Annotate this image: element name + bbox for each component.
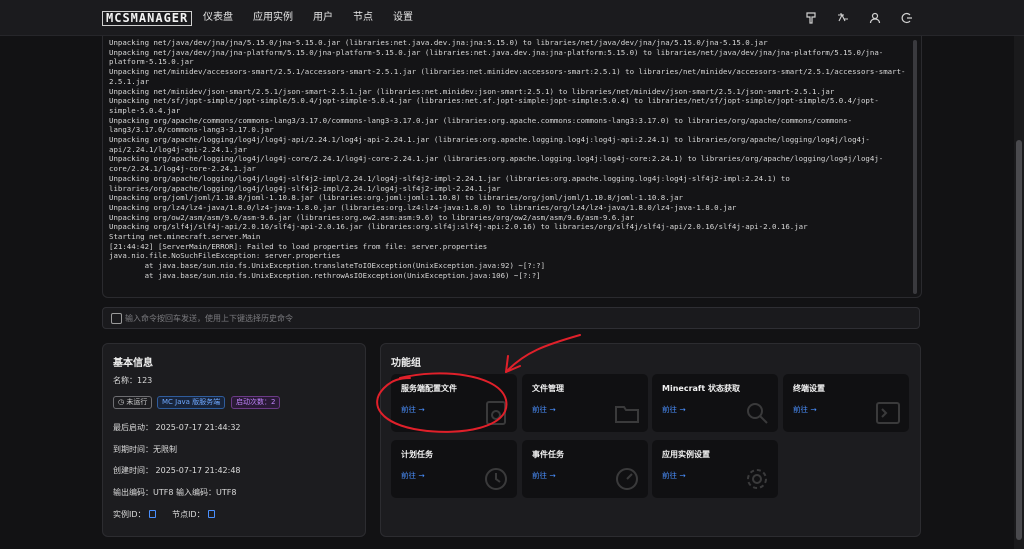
console-line: java.nio.file.NoSuchFileException: serve…	[109, 251, 341, 261]
clock-icon	[485, 468, 507, 490]
nav-item-instances[interactable]: 应用实例	[253, 11, 293, 25]
feature-group-panel: 功能组 服务端配置文件 前往 → 文件管理 前往 → Minecraft 状态获…	[380, 343, 921, 537]
config-file-icon	[486, 401, 506, 425]
basic-info-panel: 基本信息 名称：123 ◷ 未运行 MC Java 版服务端 启动次数：2 最后…	[102, 343, 366, 537]
console-line: Unpacking org/apache/logging/log4j/log4j…	[109, 154, 884, 174]
card-link[interactable]: 前往 →	[793, 404, 817, 415]
instance-name: 名称：123	[113, 376, 153, 385]
console-line: Unpacking net/minidev/accessors-smart/2.…	[109, 67, 906, 86]
created-time: 创建时间： 2025-07-17 21:42:48	[113, 466, 241, 475]
card-minecraft-status[interactable]: Minecraft 状态获取 前往 →	[652, 374, 778, 432]
command-input[interactable]	[125, 310, 905, 326]
nav-item-dashboard[interactable]: 仪表盘	[203, 11, 233, 25]
brush-icon[interactable]	[804, 10, 818, 24]
card-title: 事件任务	[532, 450, 564, 459]
settings-icon	[747, 469, 767, 489]
card-link[interactable]: 前往 →	[532, 470, 556, 481]
console-line: Unpacking net/sf/jopt-simple/jopt-simple…	[109, 96, 879, 115]
encoding-info: 输出编码：UTF8 输入编码：UTF8	[113, 488, 237, 497]
copy-icon[interactable]	[207, 510, 215, 518]
terminal-console[interactable]: Unpacking net/java/dev/jna/jna/5.15.0/jn…	[102, 36, 922, 298]
last-start-time: 最后启动： 2025-07-17 21:44:32	[113, 423, 241, 432]
card-scheduled-tasks[interactable]: 计划任务 前往 →	[391, 440, 517, 498]
app-logo[interactable]: MCSMANAGER	[102, 11, 193, 26]
card-file-manager[interactable]: 文件管理 前往 →	[522, 374, 648, 432]
console-line: Unpacking org/lz4/lz4-java/1.8.0/lz4-jav…	[109, 202, 737, 212]
console-line: Unpacking org/apache/logging/log4j/log4j…	[109, 135, 870, 154]
page-scrollbar-thumb[interactable]	[1016, 140, 1022, 540]
console-line: Starting net.minecraft.server.Main	[109, 232, 261, 242]
card-link[interactable]: 前往 →	[401, 470, 425, 481]
nav-item-settings[interactable]: 设置	[393, 11, 413, 25]
panel-title: 功能组	[391, 358, 421, 369]
instance-id-label: 实例ID：	[113, 510, 146, 519]
top-nav-bar: MCSMANAGER 仪表盘 应用实例 用户 节点 设置	[0, 0, 1024, 36]
card-link[interactable]: 前往 →	[532, 404, 556, 415]
card-link[interactable]: 前往 →	[662, 404, 686, 415]
card-title: 文件管理	[532, 384, 564, 393]
card-terminal-settings[interactable]: 终端设置 前往 →	[783, 374, 909, 432]
console-line: at java.base/sun.nio.fs.UnixException.tr…	[109, 261, 546, 271]
console-line: Unpacking org/apache/logging/log4j/log4j…	[109, 173, 795, 193]
instance-id-row: 实例ID： 节点ID：	[113, 509, 215, 520]
console-line: Unpacking org/joml/joml/1.10.8/joml-1.10…	[109, 193, 683, 203]
nav-item-users[interactable]: 用户	[313, 11, 333, 25]
console-line: Unpacking net/java/dev/jna/jna/5.15.0/jn…	[109, 38, 768, 47]
card-event-tasks[interactable]: 事件任务 前往 →	[522, 440, 648, 498]
console-line: Unpacking org/apache/commons/commons-lan…	[109, 115, 853, 135]
terminal-icon	[111, 313, 122, 324]
logout-icon[interactable]	[900, 10, 914, 24]
card-title: 终端设置	[793, 384, 825, 393]
panel-title: 基本信息	[113, 358, 153, 369]
card-title: 服务端配置文件	[401, 384, 457, 393]
status-badge: ◷ 未运行	[113, 396, 153, 409]
expire-time: 到期时间：无限制	[113, 445, 177, 454]
dashboard-gauge-icon	[616, 468, 638, 490]
card-title: 应用实例设置	[662, 450, 710, 459]
console-line: Unpacking net/minidev/json-smart/2.5.1/j…	[109, 86, 835, 96]
node-id-label: 节点ID：	[172, 510, 205, 519]
command-input-box	[102, 307, 920, 329]
console-output: Unpacking net/java/dev/jna/jna/5.15.0/jn…	[109, 38, 909, 281]
user-icon[interactable]	[868, 10, 882, 24]
card-link[interactable]: 前往 →	[662, 470, 686, 481]
card-title: 计划任务	[401, 450, 433, 459]
card-instance-settings[interactable]: 应用实例设置 前往 →	[652, 440, 778, 498]
header-actions	[804, 10, 914, 24]
console-line: at java.base/sun.nio.fs.UnixException.re…	[109, 270, 541, 280]
copy-icon[interactable]	[148, 510, 156, 518]
main-nav: 仪表盘 应用实例 用户 节点 设置	[203, 11, 433, 25]
type-badge: MC Java 版服务端	[157, 396, 226, 409]
status-search-icon	[747, 403, 768, 424]
console-line: Unpacking org/slf4j/slf4j-api/2.0.16/slf…	[109, 222, 808, 232]
card-server-config[interactable]: 服务端配置文件 前往 →	[391, 374, 517, 432]
folder-icon	[615, 406, 639, 423]
start-count-badge: 启动次数：2	[231, 396, 281, 409]
console-scrollbar[interactable]	[913, 40, 917, 294]
card-title: Minecraft 状态获取	[662, 384, 740, 393]
console-line: Unpacking org/ow2/asm/asm/9.6/asm-9.6.ja…	[109, 212, 635, 222]
console-line: Unpacking net/java/dev/jna/jna-platform/…	[109, 47, 884, 67]
card-link[interactable]: 前往 →	[401, 404, 425, 415]
terminal-icon	[876, 402, 900, 424]
translate-icon[interactable]	[836, 10, 850, 24]
console-line: [21:44:42] [ServerMain/ERROR]: Failed to…	[109, 241, 488, 251]
nav-item-nodes[interactable]: 节点	[353, 11, 373, 25]
